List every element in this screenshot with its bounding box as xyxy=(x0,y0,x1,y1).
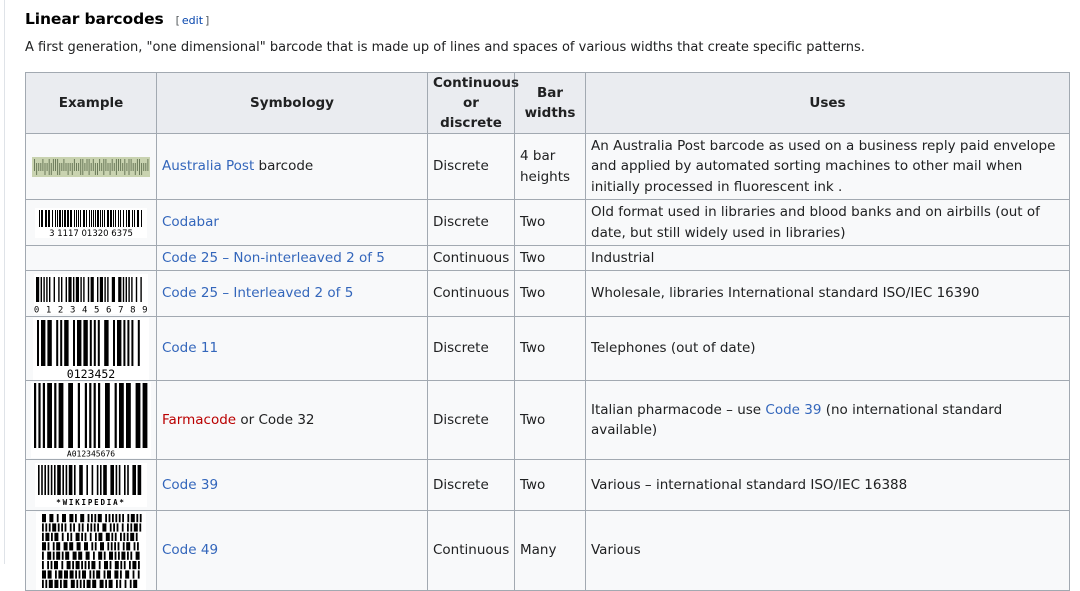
type-cell: Discrete xyxy=(427,316,515,381)
table-row: Code 49 Continuous Many Various xyxy=(25,510,1070,591)
symbology-link[interactable]: Code 25 – Interleaved 2 of 5 xyxy=(162,285,353,301)
barcode-table: Example Symbology Continuous or discrete … xyxy=(25,72,1070,591)
header-continuous-or-discrete[interactable]: Continuous or discrete xyxy=(427,72,519,134)
header-bar-widths[interactable]: Bar widths xyxy=(514,72,586,134)
bar-widths-cell: 4 bar heights xyxy=(514,133,586,200)
example-cell: 3 1117 01320 6375 xyxy=(25,199,157,246)
symbology-link[interactable]: Code 11 xyxy=(162,340,218,356)
bar-widths-cell: Two xyxy=(514,245,586,271)
type-cell: Discrete xyxy=(427,459,515,511)
example-cell: 0 1 2 3 4 5 6 7 8 9 xyxy=(25,270,157,317)
example-cell xyxy=(25,245,157,271)
table-row: Code 25 – Non-interleaved 2 of 5 Continu… xyxy=(25,245,1070,271)
uses-cell: Italian pharmacode – use Code 39 (no int… xyxy=(585,380,1070,460)
header-bar-line2: widths xyxy=(524,105,576,121)
table-row: 0 1 2 3 4 5 6 7 8 9 Code 25 – Interleave… xyxy=(25,270,1070,317)
symbology-cell: Code 49 xyxy=(156,510,428,591)
uses-cell: Telephones (out of date) xyxy=(585,316,1070,381)
bar-line1: 4 bar xyxy=(520,148,556,164)
type-cell: Continuous xyxy=(427,245,515,271)
symbology-cell: Code 25 – Interleaved 2 of 5 xyxy=(156,270,428,317)
header-bar-line1: Bar xyxy=(536,85,564,101)
symbology-link[interactable]: Australia Post xyxy=(162,158,254,174)
type-cell: Continuous xyxy=(427,270,515,317)
barcode-caption: 0 1 2 3 4 5 6 7 8 9 xyxy=(34,305,148,314)
bar-widths-cell: Two xyxy=(514,316,586,381)
example-cell xyxy=(25,510,157,591)
table-row: A012345676 Farmacode or Code 32 Discrete… xyxy=(25,380,1070,460)
symbology-cell: Code 11 xyxy=(156,316,428,381)
header-symbology[interactable]: Symbology xyxy=(156,72,428,134)
uses-cell: Various – international standard ISO/IEC… xyxy=(585,459,1070,511)
symbology-link[interactable]: Code 39 xyxy=(162,477,218,493)
symbology-cell: Code 39 xyxy=(156,459,428,511)
code-49-barcode-image[interactable] xyxy=(36,511,146,590)
header-uses[interactable]: Uses xyxy=(585,72,1070,134)
barcode-caption: *WIKIPEDIA* xyxy=(56,498,125,507)
barcode-caption: A012345676 xyxy=(67,450,115,459)
barcode-caption: 0123452 xyxy=(67,367,115,380)
uses-link-code-39[interactable]: Code 39 xyxy=(765,402,821,418)
example-cell: A012345676 xyxy=(25,380,157,460)
table-header-row: Example Symbology Continuous or discrete … xyxy=(25,72,1070,134)
header-continuous-line2: or discrete xyxy=(440,95,502,131)
example-cell: *WIKIPEDIA* xyxy=(25,459,157,511)
symbology-link[interactable]: Code 49 xyxy=(162,542,218,558)
uses-cell: Old format used in libraries and blood b… xyxy=(585,199,1070,246)
symbology-cell: Farmacode or Code 32 xyxy=(156,380,428,460)
example-cell xyxy=(25,133,157,200)
header-continuous-line1: Continuous xyxy=(433,75,520,91)
bar-line2: heights xyxy=(520,168,571,185)
table-row: *WIKIPEDIA* Code 39 Discrete Two Various… xyxy=(25,459,1070,511)
type-cell: Discrete xyxy=(427,133,515,200)
edit-section: [edit] xyxy=(176,14,210,27)
symbology-cell: Code 25 – Non-interleaved 2 of 5 xyxy=(156,245,428,271)
table-row: 0123452 Code 11 Discrete Two Telephones … xyxy=(25,316,1070,381)
australia-post-barcode-image[interactable] xyxy=(32,156,150,177)
farmacode-barcode-image[interactable]: A012345676 xyxy=(31,382,151,458)
table-row: Australia Post barcode Discrete 4 bar hei… xyxy=(25,133,1070,200)
uses-cell: Industrial xyxy=(585,245,1070,271)
uses-cell: Various xyxy=(585,510,1070,591)
uses-cell: Wholesale, libraries International stand… xyxy=(585,270,1070,317)
content-left-border xyxy=(4,0,5,564)
bar-widths-cell: Two xyxy=(514,459,586,511)
codabar-barcode-image[interactable]: 3 1117 01320 6375 xyxy=(35,207,147,238)
bar-widths-cell: Two xyxy=(514,199,586,246)
bar-widths-cell: Two xyxy=(514,380,586,460)
type-cell: Discrete xyxy=(427,199,515,246)
symbology-suffix: barcode xyxy=(254,158,314,175)
symbology-suffix: or Code 32 xyxy=(236,411,315,428)
symbology-link[interactable]: Farmacode xyxy=(162,412,236,428)
edit-link[interactable]: edit xyxy=(180,14,205,27)
bar-widths-cell: Two xyxy=(514,270,586,317)
section-intro: A first generation, "one dimensional" ba… xyxy=(25,40,865,55)
table-row: 3 1117 01320 6375 Codabar Discrete Two O… xyxy=(25,199,1070,246)
code-39-barcode-image[interactable]: *WIKIPEDIA* xyxy=(35,463,147,507)
code-25-interleaved-barcode-image[interactable]: 0 1 2 3 4 5 6 7 8 9 xyxy=(34,273,148,314)
symbology-link[interactable]: Codabar xyxy=(162,214,219,230)
code-11-barcode-image[interactable]: 0123452 xyxy=(33,317,149,380)
symbology-link[interactable]: Code 25 – Non-interleaved 2 of 5 xyxy=(162,250,385,266)
uses-text: Italian pharmacode – use xyxy=(591,401,766,418)
symbology-cell: Australia Post barcode xyxy=(156,133,428,200)
symbology-cell: Codabar xyxy=(156,199,428,246)
type-cell: Discrete xyxy=(427,380,515,460)
section-title: Linear barcodes xyxy=(25,10,164,28)
edit-bracket-close: ] xyxy=(205,14,210,27)
example-cell: 0123452 xyxy=(25,316,157,381)
uses-cell: An Australia Post barcode as used on a b… xyxy=(585,133,1070,200)
header-example[interactable]: Example xyxy=(25,72,157,134)
section-heading: Linear barcodes [edit] xyxy=(25,10,209,34)
barcode-caption: 3 1117 01320 6375 xyxy=(49,229,133,238)
bar-widths-cell: Many xyxy=(514,510,586,591)
type-cell: Continuous xyxy=(427,510,515,591)
